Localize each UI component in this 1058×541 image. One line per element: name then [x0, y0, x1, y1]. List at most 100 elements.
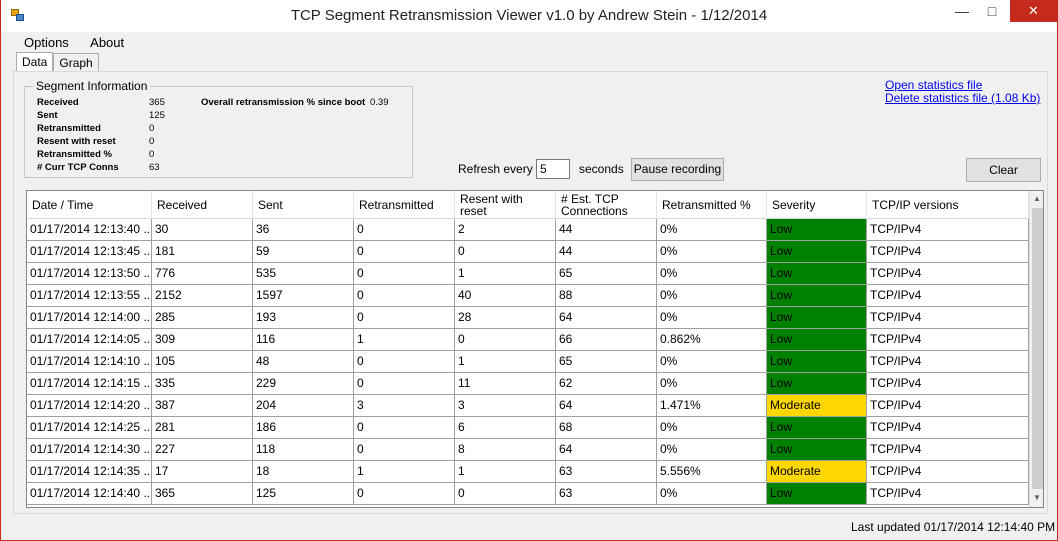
table-cell: 335 [152, 373, 253, 394]
scroll-up-icon[interactable]: ▲ [1033, 194, 1041, 203]
table-row[interactable]: 01/17/2014 12:14:30 ... 227 118 0 8 64 0% Low TC… [27, 439, 1029, 461]
delete-statistics-link[interactable]: Delete statistics file (1.08 Kb) [885, 91, 1040, 105]
menu-about[interactable]: About [81, 33, 133, 52]
column-header[interactable]: Sent [253, 191, 354, 219]
table-cell: 01/17/2014 12:14:00 ... [27, 307, 152, 328]
severity-cell: Low [767, 307, 867, 328]
table-cell: 181 [152, 241, 253, 262]
seg-value-retransmitted: 0 [149, 123, 155, 134]
table-cell: 0 [354, 351, 455, 372]
tab-graph[interactable]: Graph [53, 53, 99, 72]
table-cell: 2152 [152, 285, 253, 306]
table-cell: 0 [455, 329, 556, 350]
table-cell: 65 [556, 263, 657, 284]
clear-button[interactable]: Clear [966, 158, 1041, 182]
table-cell: 0 [455, 483, 556, 504]
pause-recording-button[interactable]: Pause recording [631, 158, 724, 181]
table-row[interactable]: 01/17/2014 12:13:55 ... 2152 1597 0 40 88 0% Lo… [27, 285, 1029, 307]
table-cell: 1.471% [657, 395, 767, 416]
status-bar: Last updated 01/17/2014 12:14:40 PM ⋰ [1, 516, 1057, 540]
seg-value-resent-reset: 0 [149, 136, 155, 147]
resize-grip-icon[interactable]: ⋰ [1044, 526, 1053, 537]
title-bar: TCP Segment Retransmission Viewer v1.0 b… [1, 0, 1057, 32]
table-cell: TCP/IPv4 [867, 307, 1029, 328]
column-header[interactable]: TCP/IP versions [867, 191, 1029, 219]
table-row[interactable]: 01/17/2014 12:14:25 ... 281 186 0 6 68 0% Low TC… [27, 417, 1029, 439]
table-cell: 1597 [253, 285, 354, 306]
table-cell: 281 [152, 417, 253, 438]
table-cell: 0% [657, 351, 767, 372]
table-cell: 88 [556, 285, 657, 306]
table-cell: 2 [455, 219, 556, 240]
table-row[interactable]: 01/17/2014 12:14:10 ... 105 48 0 1 65 0% Low TCP… [27, 351, 1029, 373]
open-statistics-link[interactable]: Open statistics file [885, 78, 982, 92]
table-cell: 36 [253, 219, 354, 240]
vertical-scrollbar[interactable]: ▲ ▼ [1029, 191, 1043, 507]
maximize-icon[interactable]: □ [977, 0, 1007, 22]
table-cell: 59 [253, 241, 354, 262]
table-cell: 01/17/2014 12:14:30 ... [27, 439, 152, 460]
column-header[interactable]: Resent with reset [455, 191, 556, 219]
table-cell: 01/17/2014 12:14:20 ... [27, 395, 152, 416]
seg-value-sent: 125 [149, 110, 165, 121]
table-cell: 6 [455, 417, 556, 438]
table-cell: 01/17/2014 12:14:35 ... [27, 461, 152, 482]
segment-info-title: Segment Information [33, 79, 151, 93]
tab-data[interactable]: Data [16, 52, 54, 72]
table-row[interactable]: 01/17/2014 12:13:40 ... 30 36 0 2 44 0% Low TCP/… [27, 219, 1029, 241]
table-row[interactable]: 01/17/2014 12:14:15 ... 335 229 0 11 62 0% Low T… [27, 373, 1029, 395]
table-cell: 44 [556, 241, 657, 262]
close-icon[interactable]: ✕ [1010, 0, 1057, 22]
table-cell: 30 [152, 219, 253, 240]
seg-label-resent-reset: Resent with reset [37, 136, 116, 147]
table-cell: 204 [253, 395, 354, 416]
table-row[interactable]: 01/17/2014 12:14:35 ... 17 18 1 1 63 5.556% Mod… [27, 461, 1029, 483]
table-row[interactable]: 01/17/2014 12:13:50 ... 776 535 0 1 65 0% Low TC… [27, 263, 1029, 285]
column-header[interactable]: Date / Time [27, 191, 152, 219]
table-cell: 64 [556, 307, 657, 328]
grid-header: Date / Time Received Sent Retransmitted Rese… [27, 191, 1029, 219]
table-cell: 18 [253, 461, 354, 482]
table-row[interactable]: 01/17/2014 12:14:00 ... 285 193 0 28 64 0% Low T… [27, 307, 1029, 329]
table-row[interactable]: 01/17/2014 12:13:45 ... 181 59 0 0 44 0% Low TCP… [27, 241, 1029, 263]
data-grid[interactable]: Date / Time Received Sent Retransmitted Rese… [26, 190, 1044, 508]
table-cell: TCP/IPv4 [867, 351, 1029, 372]
table-cell: 0 [455, 241, 556, 262]
seg-label-received: Received [37, 97, 79, 108]
table-row[interactable]: 01/17/2014 12:14:40 ... 365 125 0 0 63 0% Low TC… [27, 483, 1029, 505]
table-cell: 0 [354, 219, 455, 240]
table-cell: 48 [253, 351, 354, 372]
column-header[interactable]: Retransmitted [354, 191, 455, 219]
column-header[interactable]: # Est. TCP Connections [556, 191, 657, 219]
table-row[interactable]: 01/17/2014 12:14:20 ... 387 204 3 3 64 1.471% M… [27, 395, 1029, 417]
seg-value-curr-conns: 63 [149, 162, 160, 173]
table-cell: 0% [657, 263, 767, 284]
table-cell: 62 [556, 373, 657, 394]
table-cell: 63 [556, 483, 657, 504]
table-cell: 1 [455, 263, 556, 284]
scroll-down-icon[interactable]: ▼ [1033, 493, 1041, 502]
table-cell: 365 [152, 483, 253, 504]
column-header[interactable]: Received [152, 191, 253, 219]
minimize-icon[interactable]: — [947, 0, 977, 22]
severity-cell: Low [767, 285, 867, 306]
menu-options[interactable]: Options [15, 33, 78, 52]
severity-cell: Moderate [767, 395, 867, 416]
table-cell: 64 [556, 395, 657, 416]
column-header[interactable]: Severity [767, 191, 867, 219]
table-cell: 01/17/2014 12:13:55 ... [27, 285, 152, 306]
severity-cell: Low [767, 263, 867, 284]
table-cell: 44 [556, 219, 657, 240]
severity-cell: Low [767, 241, 867, 262]
column-header[interactable]: Retransmitted % [657, 191, 767, 219]
severity-cell: Moderate [767, 461, 867, 482]
grid-body: 01/17/2014 12:13:40 ... 30 36 0 2 44 0% Low TCP/… [27, 219, 1029, 505]
table-row[interactable]: 01/17/2014 12:14:05 ... 309 116 1 0 66 0.862% L… [27, 329, 1029, 351]
table-cell: 0 [354, 483, 455, 504]
table-cell: 0 [354, 439, 455, 460]
refresh-interval-input[interactable] [536, 159, 570, 179]
severity-cell: Low [767, 483, 867, 504]
overall-retransmission-label: Overall retransmission % since boot [201, 97, 366, 108]
scrollbar-thumb[interactable] [1032, 208, 1043, 489]
table-cell: 65 [556, 351, 657, 372]
